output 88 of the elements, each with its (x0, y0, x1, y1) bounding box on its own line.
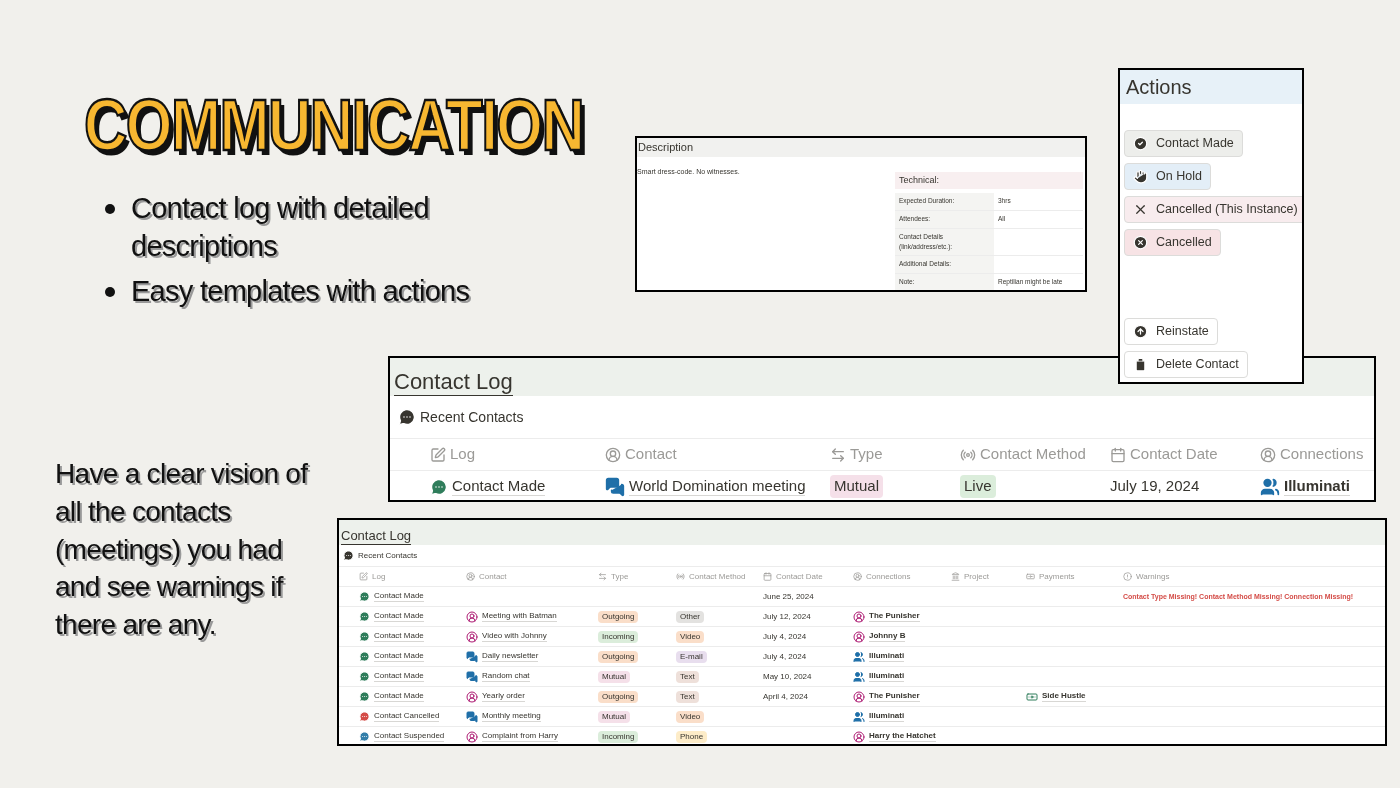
close-icon (1133, 202, 1148, 217)
tag: Outgoing (598, 610, 639, 623)
date-text: June 25, 2024 (763, 590, 815, 603)
arrow-up-circle-icon (1133, 324, 1148, 339)
technical-heading: Technical: (899, 173, 940, 187)
tag: Outgoing (598, 650, 639, 663)
tag: Phone (676, 730, 708, 743)
tag: Text (676, 690, 699, 703)
log-link[interactable]: Contact Made (374, 691, 424, 702)
tag: Outgoing (598, 690, 639, 703)
action-button[interactable]: Delete Contact (1124, 351, 1248, 378)
date-text: July 19, 2024 (1110, 476, 1201, 497)
tag: Video (676, 630, 705, 643)
contact-link[interactable]: Video with Johnny (482, 631, 547, 642)
building-icon (951, 572, 960, 581)
swap-arrows-icon (830, 446, 846, 463)
tag: Incoming (598, 630, 639, 643)
connection-link[interactable]: Illuminati (1284, 476, 1350, 497)
contact-link[interactable]: Meeting with Batman (482, 611, 557, 622)
swap-arrows-icon (598, 572, 607, 581)
connection-link[interactable]: Illuminati (869, 671, 905, 682)
bullet-text: Easy templates with actions (131, 274, 470, 310)
connection-link[interactable]: The Punisher (869, 691, 920, 702)
pen-square-icon (430, 446, 446, 463)
x-circle-icon (1133, 235, 1148, 250)
date-text: April 4, 2024 (763, 690, 809, 703)
tag: Incoming (598, 730, 639, 743)
panel-title: Contact Log (394, 367, 513, 396)
connection-link[interactable]: The Punisher (869, 611, 920, 622)
action-button[interactable]: Contact Made (1124, 130, 1243, 157)
log-link[interactable]: Contact Made (452, 476, 546, 497)
speech-bubble-icon (398, 408, 416, 426)
date-text: May 10, 2024 (763, 670, 813, 683)
date-text: July 4, 2024 (763, 630, 808, 643)
tag: E-mail (676, 650, 707, 663)
contact-link[interactable]: Daily newsletter (482, 651, 539, 662)
signal-icon (676, 572, 685, 581)
log-link[interactable]: Contact Made (374, 591, 424, 602)
contact-link[interactable]: Random chat (482, 671, 530, 682)
banknote-icon (1026, 690, 1038, 703)
hand-icon (1133, 169, 1148, 184)
action-button[interactable]: Reinstate (1124, 318, 1218, 345)
user-circle-icon (605, 446, 621, 463)
action-button[interactable]: Cancelled (This Instance) (1124, 196, 1302, 223)
connection-link[interactable]: Illuminati (869, 651, 905, 662)
tag: Other (676, 610, 704, 623)
panel-heading: Actions (1126, 75, 1192, 100)
contact-link[interactable]: World Domination meeting (629, 476, 806, 497)
log-link[interactable]: Contact Made (374, 671, 424, 682)
contact-link[interactable]: Complaint from Harry (482, 731, 558, 742)
log-link[interactable]: Contact Made (374, 611, 424, 622)
tag: Mutual (598, 710, 630, 723)
connection-link[interactable]: Johnny B (869, 631, 906, 642)
tag: Text (676, 670, 699, 683)
section-title: Recent Contacts (420, 407, 524, 427)
check-circle-icon (1133, 136, 1148, 151)
tag: Mutual (598, 670, 630, 683)
tag: Video (676, 710, 705, 723)
payment-link[interactable]: Side Hustle (1042, 691, 1086, 702)
connection-link[interactable]: Illuminati (869, 711, 905, 722)
user-circle-icon (1260, 446, 1276, 463)
banknote-icon (1026, 572, 1035, 581)
calendar-icon (1110, 446, 1126, 463)
action-button[interactable]: Cancelled (1124, 229, 1221, 256)
alert-icon (1123, 572, 1132, 581)
tag: Mutual (830, 475, 884, 498)
bullet-text: Contact log with detailed descriptions (131, 191, 430, 264)
log-link[interactable]: Contact Cancelled (374, 711, 440, 722)
user-circle-icon (466, 572, 475, 581)
speech-bubble-icon (343, 550, 354, 561)
tag: Live (960, 475, 996, 498)
log-link[interactable]: Contact Made (374, 651, 424, 662)
log-link[interactable]: Contact Suspended (374, 731, 445, 742)
connection-link[interactable]: Harry the Hatchet (869, 731, 936, 742)
user-circle-icon (853, 572, 862, 581)
slide-title: COMMUNICATION (84, 84, 584, 168)
date-text: July 4, 2024 (763, 650, 808, 663)
calendar-icon (763, 572, 772, 581)
contact-link[interactable]: Yearly order (482, 691, 525, 702)
contact-link[interactable]: Monthly meeting (482, 711, 541, 722)
section-title: Recent Contacts (358, 549, 418, 562)
action-button[interactable]: On Hold (1124, 163, 1211, 190)
panel-heading: Description (638, 140, 694, 156)
panel-title: Contact Log (341, 527, 412, 545)
pen-square-icon (359, 572, 368, 581)
note-text: Have a clear vision of all the contacts (meetings) you had and see warnings if there are any. (55, 457, 309, 643)
date-text: July 12, 2024 (763, 610, 812, 623)
log-link[interactable]: Contact Made (374, 631, 424, 642)
